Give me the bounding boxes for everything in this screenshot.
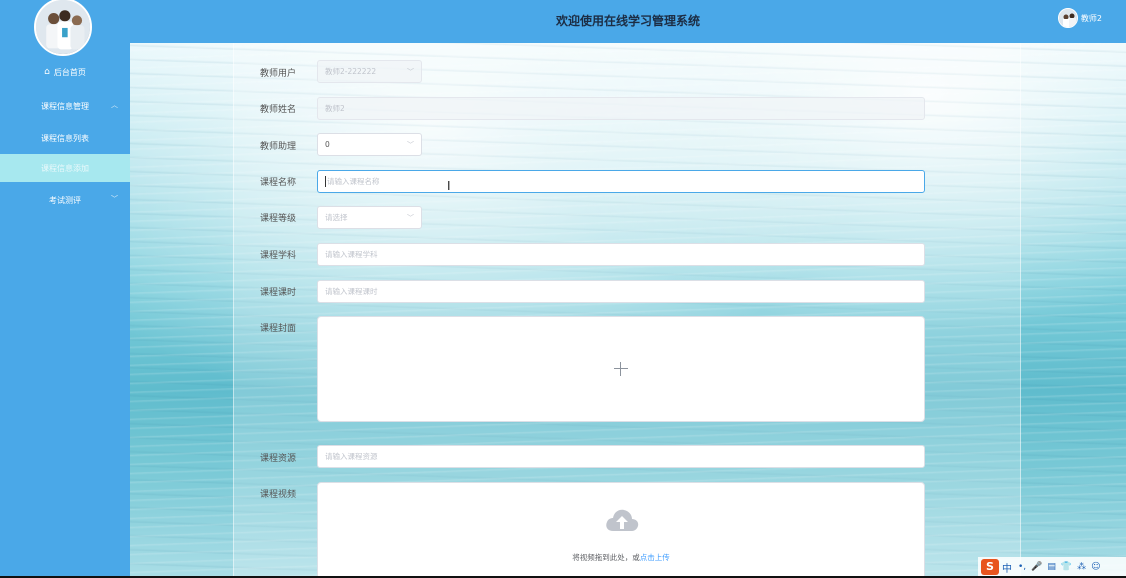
upload-cloud-icon [606,509,639,531]
course-level-select[interactable]: 请选择 ﹀ [317,206,422,229]
keyboard-icon[interactable]: ▤ [1047,562,1056,572]
user-avatar-icon [1058,9,1077,27]
main-content: 教师用户 教师2-222222 ﹀ 教师姓名 教师2 教师助理 0 ﹀ 课程名称… [130,43,1126,576]
user-menu[interactable]: 教师2 [1057,8,1102,28]
sidebar-item-label: 课程信息管理 [41,101,89,111]
course-video-label: 课程视频 [260,490,297,500]
chevron-up-icon: ︿ [111,101,118,109]
upload-click-link[interactable]: 点击上传 [640,553,670,562]
course-resource-label: 课程资源 [260,454,297,464]
sidebar-item-course-add[interactable]: 课程信息添加 [0,154,130,182]
sidebar: ⌂ 后台首页 课程信息管理 ︿ 课程信息列表 课程信息添加 考试测评 ﹀ [0,0,130,576]
course-hours-input[interactable]: 请输入课程课时 [317,280,925,303]
course-subject-label: 课程学科 [260,251,297,261]
chevron-down-icon: ﹀ [407,214,414,222]
teacher-assistant-label: 教师助理 [260,142,297,152]
teacher-assistant-select[interactable]: 0 ﹀ [317,133,422,156]
emoji-icon[interactable]: ☺ [1091,562,1100,572]
sidebar-item-course-list[interactable]: 课程信息列表 [0,124,130,152]
doctors-photo-icon [36,0,90,54]
sidebar-item-home[interactable]: ⌂ 后台首页 [0,58,130,86]
sidebar-item-label: 课程信息添加 [41,163,89,173]
text-caret [325,176,326,187]
chevron-down-icon: ﹀ [111,195,118,203]
skin-icon[interactable]: 👕 [1061,562,1072,572]
toolbox-icon[interactable]: ⁂ [1077,562,1086,572]
ime-toolbar[interactable]: S 中 •, 🎤 ▤ 👕 ⁂ ☺ [978,557,1126,577]
sidebar-item-label: 后台首页 [53,67,86,77]
teacher-name-value: 教师2 [325,104,345,113]
plus-icon [614,362,628,376]
sidebar-item-label: 考试测评 [49,195,81,205]
microphone-icon[interactable]: 🎤 [1031,562,1042,572]
home-icon: ⌂ [44,67,50,77]
sidebar-item-exam[interactable]: 考试测评 ﹀ [0,186,130,214]
course-cover-upload[interactable] [317,316,925,422]
ime-mode-toggle[interactable]: 中 [1002,560,1012,575]
course-resource-placeholder: 请输入课程资源 [325,452,378,461]
sidebar-avatar [34,0,92,56]
teacher-user-select: 教师2-222222 ﹀ [317,60,422,83]
course-hours-placeholder: 请输入课程课时 [325,287,378,296]
course-cover-label: 课程封面 [260,324,297,334]
teacher-assistant-value: 0 [325,140,330,149]
course-hours-label: 课程课时 [260,288,297,298]
user-avatar [1057,8,1078,28]
course-subject-placeholder: 请输入课程学科 [325,250,378,259]
teacher-user-value: 教师2-222222 [325,67,377,76]
chevron-down-icon: ﹀ [407,141,414,149]
sidebar-item-course-management[interactable]: 课程信息管理 ︿ [0,92,130,120]
teacher-name-label: 教师姓名 [260,105,297,115]
sogou-logo-icon[interactable]: S [981,559,999,575]
ibeam-cursor-icon: I [447,179,451,193]
course-video-dropzone[interactable]: 将视频拖到此处，或点击上传 [317,482,925,576]
course-level-placeholder: 请选择 [325,213,348,222]
user-name: 教师2 [1080,13,1102,23]
page-title: 欢迎使用在线学习管理系统 [555,14,700,28]
teacher-user-label: 教师用户 [260,69,297,79]
course-name-input[interactable]: 请输入课程名称 [317,170,925,193]
punctuation-icon[interactable]: •, [1018,562,1026,572]
upload-drop-text: 将视频拖到此处，或 [572,553,640,562]
course-subject-input[interactable]: 请输入课程学科 [317,243,925,266]
top-header: 欢迎使用在线学习管理系统 教师2 [130,0,1126,43]
course-name-placeholder: 请输入课程名称 [327,177,380,186]
upload-hint: 将视频拖到此处，或点击上传 [318,552,924,563]
course-resource-input[interactable]: 请输入课程资源 [317,445,925,468]
course-level-label: 课程等级 [260,214,297,224]
teacher-name-input: 教师2 [317,97,925,120]
course-name-label: 课程名称 [260,178,297,188]
sidebar-item-label: 课程信息列表 [41,133,89,143]
chevron-down-icon: ﹀ [407,68,414,76]
